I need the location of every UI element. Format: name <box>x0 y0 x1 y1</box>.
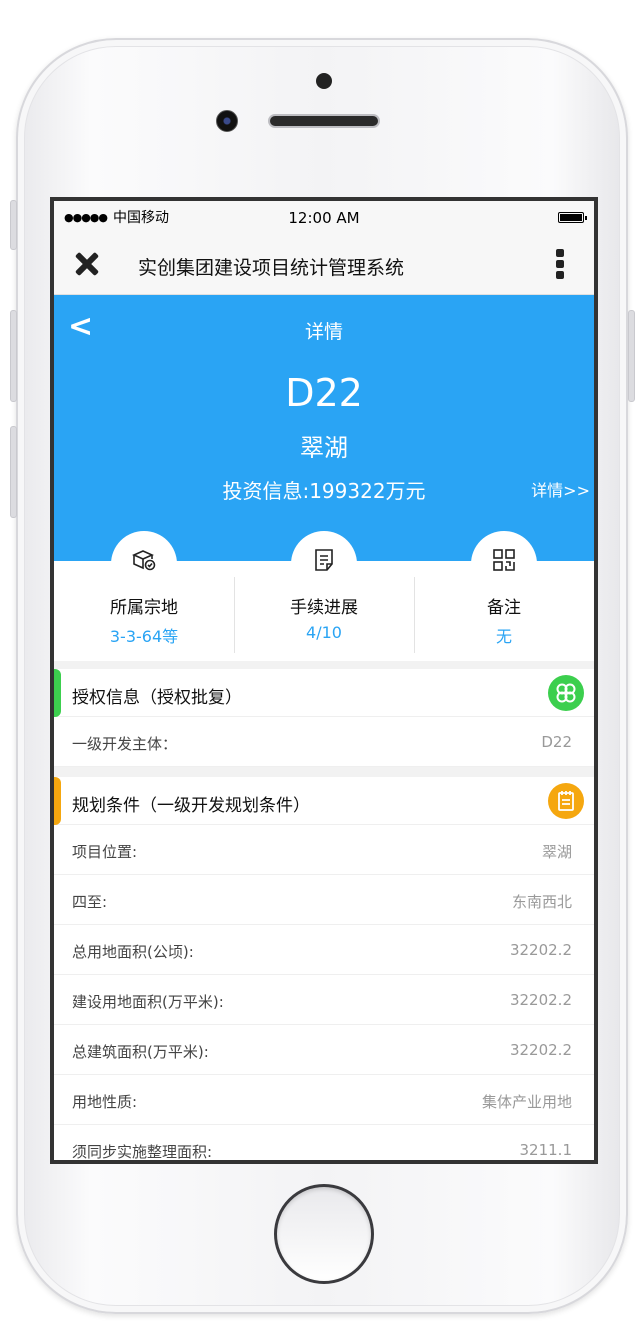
list-item: 一级开发主体： D22 <box>54 717 594 767</box>
project-code: D22 <box>285 371 363 415</box>
row-value: 32202.2 <box>509 1041 572 1059</box>
investment-info: 投资信息:199322万元 <box>222 479 426 503</box>
home-button[interactable] <box>274 1184 374 1284</box>
status-time: 12:00 AM <box>288 209 360 227</box>
row-label: 建设用地面积(万平米): <box>72 993 224 1011</box>
row-label: 须同步实施整理面积: <box>72 1143 213 1161</box>
page-title: 详情 <box>304 321 343 343</box>
row-label: 总建筑面积(万平米): <box>72 1043 209 1061</box>
battery-icon <box>558 212 587 223</box>
volume-down-button <box>10 426 17 518</box>
project-header: < 详情 D22 翠湖 投资信息:199322万元 详情>> <box>54 295 594 561</box>
proximity-sensor <box>316 73 332 89</box>
row-label: 用地性质: <box>72 1093 138 1111</box>
row-value: 32202.2 <box>509 941 572 959</box>
row-label: 一级开发主体： <box>72 735 178 753</box>
row-label: 总用地面积(公顷): <box>72 943 194 961</box>
list-item: 建设用地面积(万平米): 32202.2 <box>54 975 594 1025</box>
section-header[interactable]: 规划条件（一级开发规划条件） <box>54 777 594 825</box>
app-bar: 实创集团建设项目统计管理系统 <box>54 233 594 295</box>
mute-switch <box>10 200 17 250</box>
list-item: 用地性质: 集体产业用地 <box>54 1075 594 1125</box>
summary-stats: 所属宗地 3-3-64等 手续进展 4/10 备注 无 <box>54 531 594 661</box>
row-label: 项目位置: <box>72 843 138 861</box>
section-accent-bar <box>54 669 61 717</box>
divider <box>54 661 594 669</box>
divider <box>54 767 594 777</box>
status-bar: ●●●●● 中国移动 12:00 AM <box>54 201 594 233</box>
stat-value: 4/10 <box>306 623 342 642</box>
app-title: 实创集团建设项目统计管理系统 <box>138 257 405 279</box>
section-header[interactable]: 授权信息（授权批复） <box>54 669 594 717</box>
row-label: 四至: <box>72 893 108 911</box>
stat-procedure-progress[interactable]: 手续进展 4/10 <box>234 531 414 661</box>
stat-value: 3-3-64等 <box>109 627 179 646</box>
close-icon[interactable] <box>74 251 100 277</box>
section-accent-bar <box>54 777 61 825</box>
row-value: 东南西北 <box>511 893 572 911</box>
list-item: 须同步实施整理面积: 3211.1 <box>54 1125 594 1161</box>
power-button <box>628 310 635 402</box>
list-item: 总建筑面积(万平米): 32202.2 <box>54 1025 594 1075</box>
row-value: D22 <box>541 733 572 751</box>
earpiece-speaker <box>268 114 380 128</box>
section-title: 规划条件（一级开发规划条件） <box>72 796 310 816</box>
front-camera <box>216 110 238 132</box>
row-value: 32202.2 <box>509 991 572 1009</box>
list-item: 项目位置: 翠湖 <box>54 825 594 875</box>
clover-icon <box>548 675 584 711</box>
project-name: 翠湖 <box>300 434 348 462</box>
row-value: 集体产业用地 <box>481 1093 572 1111</box>
stat-label: 备注 <box>487 598 521 618</box>
more-menu-icon[interactable] <box>556 249 564 279</box>
row-value: 3211.1 <box>519 1141 573 1159</box>
stat-remarks[interactable]: 备注 无 <box>414 531 594 661</box>
notepad-icon <box>548 783 584 819</box>
row-value: 翠湖 <box>541 843 572 861</box>
volume-up-button <box>10 310 17 402</box>
stat-label: 手续进展 <box>290 598 358 618</box>
detail-link[interactable]: 详情>> <box>531 477 590 501</box>
section-title: 授权信息（授权批复） <box>72 688 242 708</box>
phone-screen: ●●●●● 中国移动 12:00 AM 实创集团建设项目统计管理系统 < 详情 … <box>50 197 598 1164</box>
list-item: 总用地面积(公顷): 32202.2 <box>54 925 594 975</box>
section-planning: 规划条件（一级开发规划条件） 项目位置: 翠湖 四至: 东南西北 总用地面积(公… <box>54 777 594 1161</box>
list-item: 四至: 东南西北 <box>54 875 594 925</box>
section-authorization: 授权信息（授权批复） 一级开发主体： D22 <box>54 669 594 767</box>
stat-label: 所属宗地 <box>110 598 178 618</box>
stat-value: 无 <box>495 627 512 646</box>
stat-land-parcel[interactable]: 所属宗地 3-3-64等 <box>54 531 234 661</box>
